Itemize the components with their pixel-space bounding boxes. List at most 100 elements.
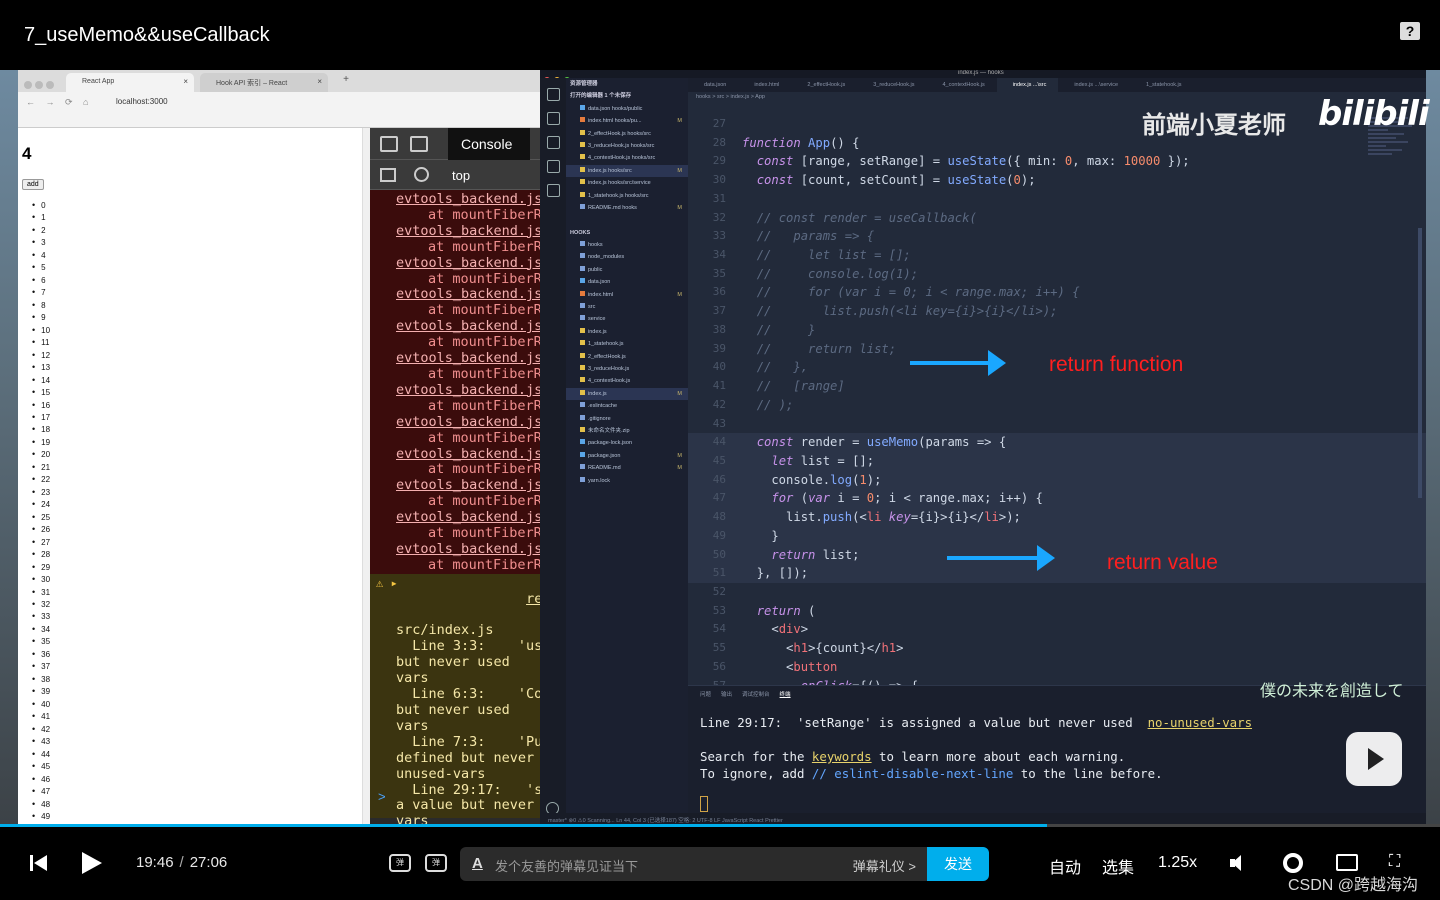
sidebar-toggle-icon[interactable] — [380, 168, 396, 182]
explorer-item[interactable]: .eslintcache — [566, 400, 688, 412]
code-text[interactable]: list.push(<li key={i}>{i}</li>); — [742, 508, 1021, 527]
tab-console[interactable]: Console — [448, 128, 530, 160]
error-source-link[interactable]: evtools_backend.js — [396, 509, 542, 526]
code-text[interactable]: for (var i = 0; i < range.max; i++) { — [742, 489, 1043, 508]
explorer-item[interactable]: index.js hooks/src M — [566, 164, 688, 178]
code-text[interactable]: // }, — [742, 358, 808, 377]
code-text[interactable]: }, []); — [742, 564, 808, 583]
code-text[interactable]: <div> — [742, 620, 808, 639]
clear-console-icon[interactable] — [414, 167, 429, 182]
device-toggle-icon[interactable] — [410, 136, 428, 152]
explorer-item[interactable]: public — [566, 264, 688, 276]
danmaku-settings-icon[interactable]: 弹 — [425, 854, 447, 872]
console-prompt[interactable]: > — [378, 789, 386, 804]
new-tab-icon[interactable]: + — [340, 74, 352, 86]
explorer-item[interactable]: yarn.lock — [566, 475, 688, 487]
code-line[interactable]: 48 list.push(<li key={i}>{i}</li>); — [688, 508, 1426, 527]
code-text[interactable]: // } — [742, 321, 816, 340]
explorer-icon[interactable] — [546, 88, 560, 101]
code-line[interactable]: 55 <h1>{count}</h1> — [688, 639, 1426, 658]
eslint-rule-link[interactable]: no-unused-vars — [1148, 715, 1252, 730]
code-line[interactable]: 36 // for (var i = 0; i < range.max; i++… — [688, 283, 1426, 302]
context-select[interactable]: top — [452, 168, 470, 183]
code-text[interactable]: function App() { — [742, 134, 859, 153]
code-text[interactable]: let list = []; — [742, 452, 874, 471]
page-scrollbar[interactable] — [362, 128, 370, 825]
source-control-icon[interactable] — [546, 136, 560, 149]
debug-icon[interactable] — [546, 160, 560, 173]
editor-tab[interactable]: 3_reduceHook.js — [857, 78, 926, 92]
danmaku-toggle-icon[interactable]: 弹 — [389, 854, 411, 872]
explorer-item[interactable]: 1_statehook.js — [566, 338, 688, 350]
editor-tab[interactable]: 4_contextHook.js — [927, 78, 997, 92]
editor-tab[interactable]: data.json — [688, 78, 738, 92]
code-text[interactable]: return list; — [742, 546, 859, 565]
error-source-link[interactable]: evtools_backend.js — [396, 382, 542, 399]
episodes-button[interactable]: 选集 — [1102, 854, 1134, 878]
code-line[interactable]: 35 // console.log(1); — [688, 265, 1426, 284]
explorer-item[interactable]: index.js M — [566, 387, 688, 401]
editor-scrollbar[interactable] — [1418, 228, 1422, 498]
code-line[interactable]: 41 // [range] — [688, 377, 1426, 396]
explorer-item[interactable]: index.html hooks/pu... M — [566, 115, 688, 127]
code-line[interactable]: 29 const [range, setRange] = useState({ … — [688, 152, 1426, 171]
settings-gear-icon[interactable] — [1283, 853, 1303, 873]
url-text[interactable]: localhost:3000 — [116, 97, 168, 106]
error-source-link[interactable]: evtools_backend.js — [396, 414, 542, 431]
editor-tab[interactable]: index.js ...\src — [996, 78, 1059, 92]
explorer-item[interactable] — [566, 214, 688, 226]
code-text[interactable]: // ); — [742, 396, 794, 415]
code-line[interactable]: 51 }, []); — [688, 564, 1426, 583]
panel-tab[interactable]: 问题 — [700, 692, 711, 698]
explorer-item[interactable]: node_modules — [566, 251, 688, 263]
code-line[interactable]: 43 — [688, 415, 1426, 434]
explorer-item[interactable]: 未命名文件夹.zip — [566, 425, 688, 437]
explorer-item[interactable]: package.json M — [566, 450, 688, 462]
editor-tab[interactable]: index.js ...\service — [1058, 78, 1130, 92]
code-text[interactable]: // return list; — [742, 340, 896, 359]
code-line[interactable]: 31 — [688, 190, 1426, 209]
play-icon[interactable] — [82, 852, 102, 874]
send-button[interactable]: 发送 — [927, 847, 989, 881]
code-line[interactable]: 47 for (var i = 0; i < range.max; i++) { — [688, 489, 1426, 509]
quality-button[interactable]: 自动 — [1049, 854, 1081, 878]
explorer-item[interactable]: data.json — [566, 276, 688, 288]
explorer-item[interactable]: index.html M — [566, 289, 688, 301]
add-button[interactable]: add — [22, 179, 44, 190]
explorer-item[interactable]: service — [566, 313, 688, 325]
code-text[interactable]: // let list = []; — [742, 246, 911, 265]
code-line[interactable]: 32 // const render = useCallback( — [688, 209, 1426, 228]
breadcrumb[interactable]: hooks > src > index.js > App — [688, 92, 1426, 104]
code-text[interactable]: return ( — [742, 602, 816, 621]
keywords-link[interactable]: keywords — [812, 749, 872, 764]
code-text[interactable]: const render = useMemo(params => { — [742, 433, 1007, 452]
previous-icon[interactable] — [30, 854, 48, 872]
fullscreen-icon[interactable]: ⛶ — [1389, 853, 1413, 873]
danmaku-placeholder[interactable]: 发个友善的弹幕见证当下 — [495, 856, 638, 875]
explorer-item[interactable]: src — [566, 301, 688, 313]
extensions-icon[interactable] — [546, 184, 560, 197]
explorer-item[interactable]: 4_contextHook.js hooks/src — [566, 152, 688, 164]
browser-tab-hook-api[interactable]: Hook API 索引 – React × — [200, 73, 328, 92]
help-icon[interactable]: ? — [1400, 22, 1420, 40]
error-source-link[interactable]: evtools_backend.js — [396, 541, 542, 558]
explorer-item[interactable]: 2_effectHook.js — [566, 351, 688, 363]
nav-arrows-icon[interactable]: ← → ⟳ ⌂ — [26, 97, 92, 108]
volume-icon[interactable] — [1230, 854, 1250, 872]
code-text[interactable]: const [range, setRange] = useState({ min… — [742, 152, 1190, 171]
explorer-item[interactable]: 2_effectHook.js hooks/src — [566, 128, 688, 140]
code-line[interactable]: 30 const [count, setCount] = useState(0)… — [688, 171, 1426, 190]
code-line[interactable]: 38 // } — [688, 321, 1426, 340]
code-text[interactable]: <h1>{count}</h1> — [742, 639, 903, 658]
error-source-link[interactable]: evtools_backend.js — [396, 223, 542, 240]
error-source-link[interactable]: evtools_backend.js — [396, 446, 542, 463]
explorer-item[interactable]: 资源管理器 — [566, 78, 688, 90]
code-text[interactable]: <button — [742, 658, 837, 677]
explorer-item[interactable]: hooks — [566, 239, 688, 251]
error-source-link[interactable]: evtools_backend.js — [396, 255, 542, 272]
code-text[interactable]: } — [742, 527, 778, 546]
close-icon[interactable]: × — [317, 77, 322, 86]
editor-tab[interactable]: 1_statehook.js — [1130, 78, 1193, 92]
code-text[interactable]: console.log(1); — [742, 471, 881, 490]
code-line[interactable]: 54 <div> — [688, 620, 1426, 639]
